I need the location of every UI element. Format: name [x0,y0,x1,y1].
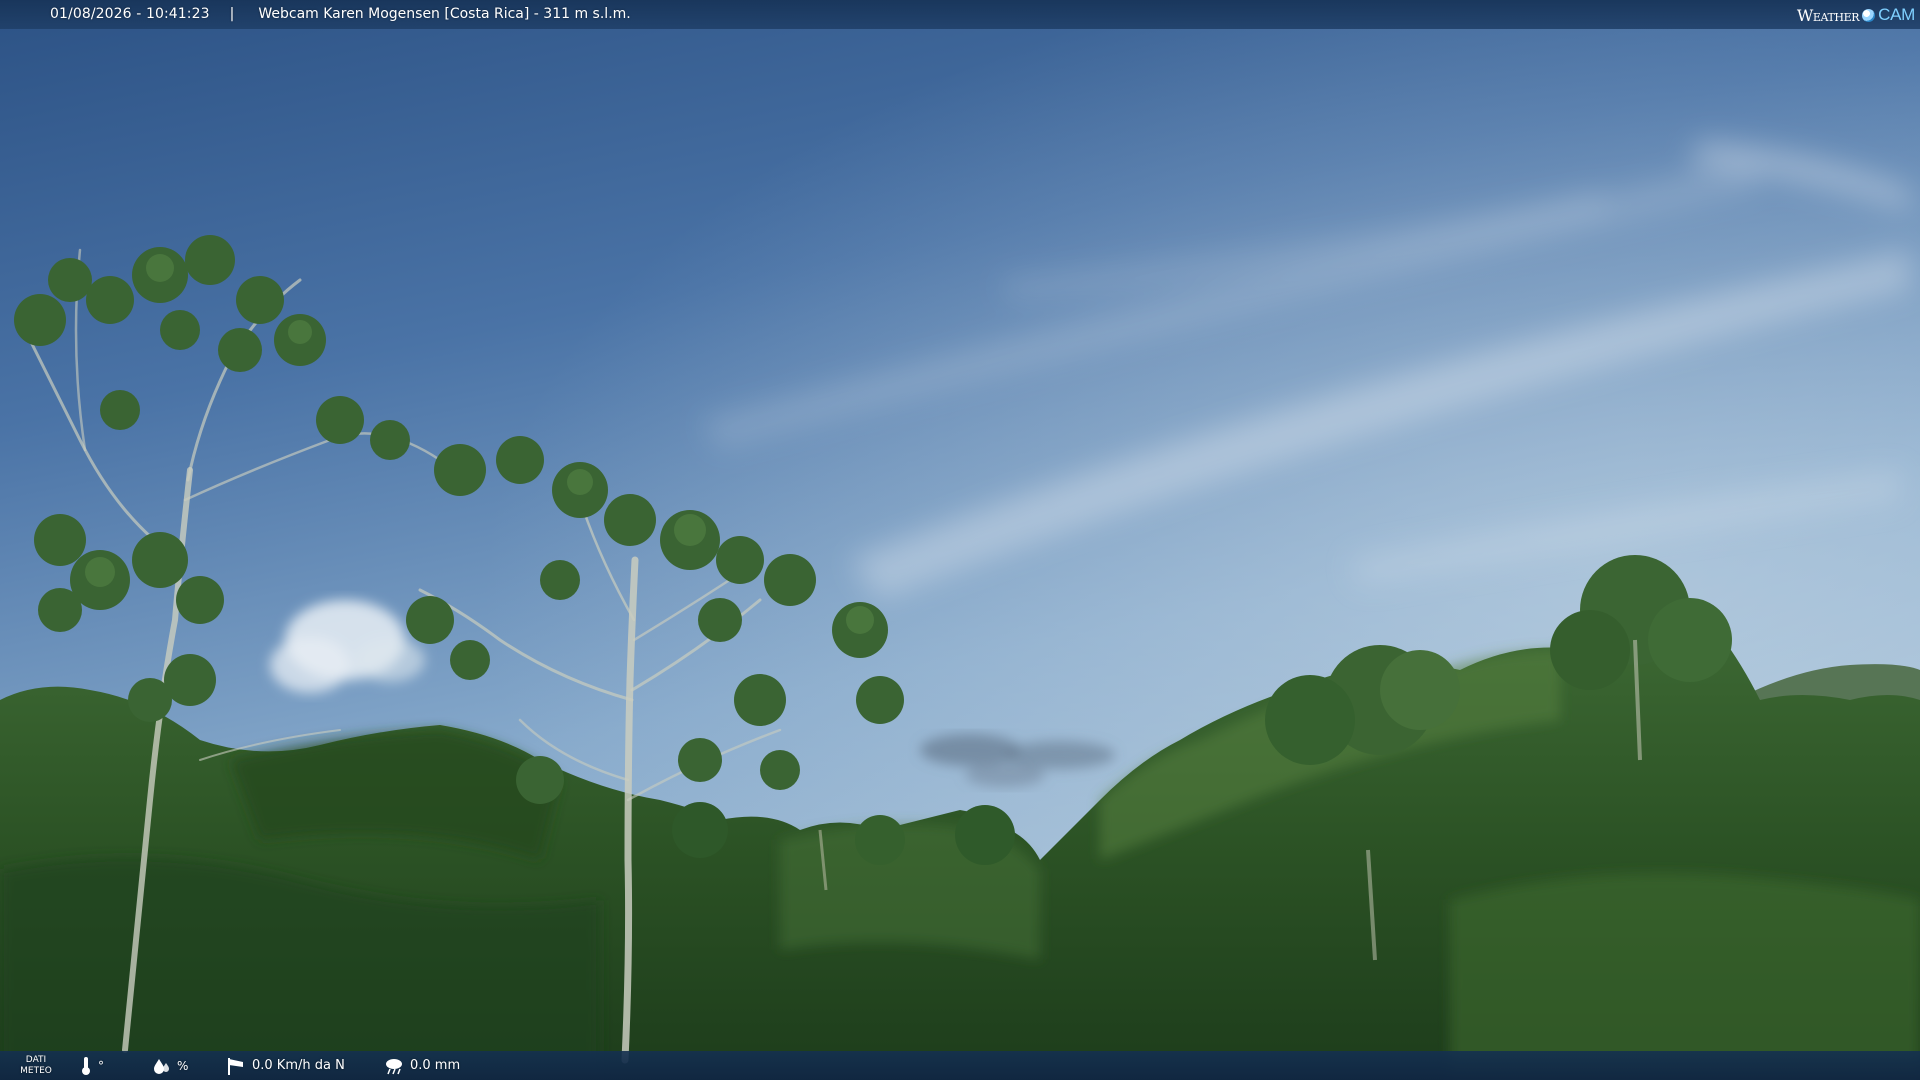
logo-weather-text: Weather [1796,5,1860,25]
temperature-reading: ° [80,1051,104,1080]
wind-value: 0.0 Km/h da N [252,1058,345,1073]
label-meteo: METEO [20,1066,52,1076]
camera-title: Webcam Karen Mogensen [Costa Rica] - 311… [258,6,631,22]
wind-reading: 0.0 Km/h da N [226,1051,345,1080]
humidity-unit: % [177,1058,189,1073]
humidity-reading: % [153,1051,188,1080]
label-dati: DATI [25,1055,47,1065]
weather-data-label: DATI METEO [18,1055,54,1077]
wind-sock-icon [226,1056,246,1076]
webcam-scene [0,0,1920,1080]
webcam-frame: 01/08/2026 - 10:41:23 | Webcam Karen Mogen… [0,0,1920,1080]
humidity-drop-icon [153,1057,171,1075]
rain-cloud-icon [384,1057,404,1075]
top-info-bar: 01/08/2026 - 10:41:23 | Webcam Karen Mogen… [0,0,1920,29]
rain-reading: 0.0 mm [384,1051,460,1080]
weathercam-logo: Weather CAM [1797,3,1915,27]
globe-icon [1862,8,1876,22]
rain-value: 0.0 mm [410,1058,461,1073]
thermometer-icon [80,1056,92,1076]
bottom-weather-bar: DATI METEO ° % 0.0 Km/h da N 0.0 mm [0,1051,1920,1080]
separator: | [229,6,235,22]
temperature-unit: ° [98,1058,104,1073]
timestamp: 01/08/2026 - 10:41:23 [50,6,210,22]
logo-cam-text: CAM [1878,5,1915,24]
